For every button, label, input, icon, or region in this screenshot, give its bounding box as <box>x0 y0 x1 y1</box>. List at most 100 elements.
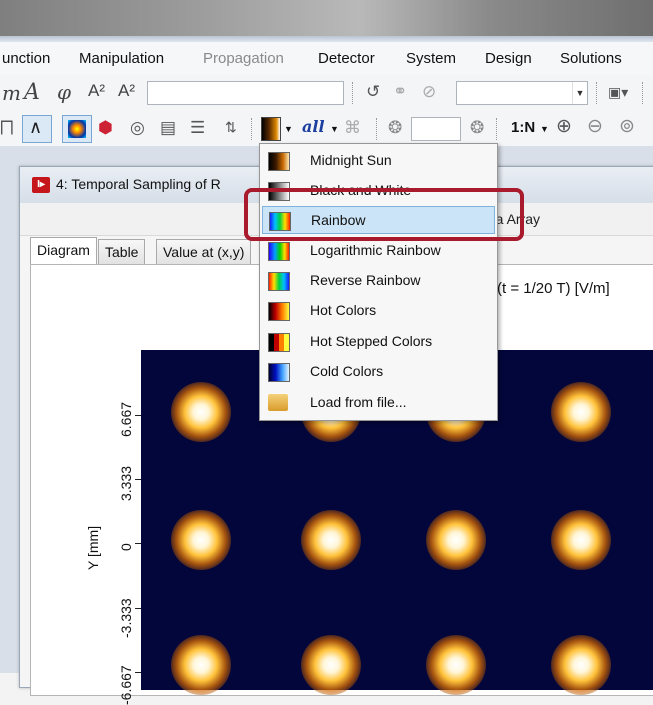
bulb-icon[interactable]: ❂ <box>470 117 484 139</box>
y-tick-label: -6.667 <box>118 665 134 705</box>
y-tick-label: -3.333 <box>118 598 134 638</box>
intensity-spot <box>551 510 611 570</box>
level-input[interactable] <box>411 117 461 141</box>
zoom-out-icon[interactable]: ⊖ <box>587 116 603 138</box>
tab-table-label: Table <box>105 244 139 260</box>
folder-open-icon <box>268 394 288 411</box>
format-toolbar: m A φ A² A² ↺ ⚭ ⊘ ▼ ▣▾ <box>0 75 653 112</box>
chevron-down-icon[interactable]: ▼ <box>540 124 549 134</box>
intensity-spot <box>301 635 361 695</box>
math-m-icon[interactable]: m <box>2 81 21 105</box>
intensity-spot <box>551 635 611 695</box>
intensity-spot <box>551 382 611 442</box>
zoom-in-icon[interactable]: ⊕ <box>556 116 572 138</box>
colormap-scale-button[interactable]: all <box>302 117 325 136</box>
unlink-icon[interactable]: ⊘ <box>422 81 436 103</box>
y-tick-mark <box>135 608 141 609</box>
camera-icon[interactable]: ▤ <box>160 117 176 139</box>
intensity-spot <box>426 635 486 695</box>
menu-item-label: Hot Stepped Colors <box>310 333 433 349</box>
chain-icon[interactable]: ⚭ <box>393 81 407 103</box>
link-icon[interactable]: ↺ <box>366 81 380 103</box>
menu-propagation[interactable]: Propagation <box>203 50 284 67</box>
intensity-spot <box>171 382 231 442</box>
y-tick-label: 0 <box>118 543 134 551</box>
layers-icon[interactable]: ☰ <box>190 117 205 139</box>
tab-value-label: Value at (x,y) <box>163 244 245 260</box>
diagram-heading: (t = 1/20 T) [V/m] <box>497 280 610 297</box>
cold-colors-swatch-icon <box>268 363 290 382</box>
menu-system[interactable]: System <box>406 50 456 67</box>
intensity-spot <box>171 510 231 570</box>
document-title: 4: Temporal Sampling of R <box>56 176 221 192</box>
menu-item-label: Load from file... <box>310 394 407 410</box>
reverse-rainbow-swatch-icon <box>268 272 290 291</box>
false-color-icon <box>68 120 86 138</box>
tab-table[interactable]: Table <box>98 239 146 264</box>
sort-icon[interactable]: ⇅ <box>225 116 237 138</box>
y-tick-label: 6.667 <box>118 401 134 437</box>
tab-diagram-label: Diagram <box>37 242 90 258</box>
intensity-spot <box>301 510 361 570</box>
highlight-box <box>244 188 524 241</box>
frame-icon[interactable]: ▣▾ <box>608 81 628 103</box>
menu-function[interactable]: unction <box>2 50 50 67</box>
menu-detector[interactable]: Detector <box>318 50 375 67</box>
superscript-icon[interactable]: A² <box>88 81 105 101</box>
toolbar-separator <box>251 118 253 140</box>
bulb-icon[interactable]: ❂ <box>388 117 402 139</box>
hot-colors-swatch-icon <box>268 302 290 321</box>
window-titlebar <box>0 0 653 42</box>
chevron-down-icon[interactable]: ▼ <box>330 124 339 134</box>
crop-icon[interactable]: ⌘ <box>344 117 361 139</box>
3d-view-icon[interactable]: ⬢ <box>98 117 113 139</box>
tab-diagram[interactable]: Diagram <box>30 237 97 264</box>
chevron-down-icon[interactable]: ▼ <box>572 82 587 104</box>
menu-item-reverse-rainbow[interactable]: Reverse Rainbow <box>262 267 493 293</box>
menu-item-load-from-file[interactable]: Load from file... <box>262 389 493 415</box>
menu-item-label: Hot Colors <box>310 302 377 318</box>
hot-stepped-swatch-icon <box>268 333 290 352</box>
intensity-spot <box>426 510 486 570</box>
font-combo[interactable] <box>147 81 344 105</box>
chevron-down-icon[interactable]: ▼ <box>284 124 293 134</box>
gaussian-icon: ∧ <box>29 117 43 137</box>
y-tick-mark <box>135 543 141 544</box>
colormap-menu: Midnight Sun Black and White Rainbow Log… <box>259 143 498 421</box>
style-combo[interactable]: ▼ <box>456 81 588 105</box>
menu-item-cold-colors[interactable]: Cold Colors <box>262 358 493 384</box>
menu-item-hot-colors[interactable]: Hot Colors <box>262 297 493 323</box>
step-icon[interactable]: ⨅ <box>0 117 14 139</box>
menu-item-label: Cold Colors <box>310 363 384 379</box>
menu-manipulation[interactable]: Manipulation <box>79 50 164 67</box>
y-axis-label: Y [mm] <box>85 525 101 570</box>
midnight-sun-swatch-icon <box>268 152 290 171</box>
toolbar-separator <box>352 82 354 104</box>
menu-item-label: Reverse Rainbow <box>310 272 421 288</box>
gauss-button[interactable]: ∧ <box>22 115 52 143</box>
menu-solutions[interactable]: Solutions <box>560 50 622 67</box>
sub-superscript-icon[interactable]: A² <box>118 81 135 101</box>
y-tick-mark <box>135 415 141 416</box>
toolbar-separator <box>376 118 378 140</box>
zoom-fit-icon[interactable]: ⊚ <box>619 116 635 138</box>
toolbar-separator <box>496 118 498 140</box>
y-tick-mark <box>135 479 141 480</box>
sampling-button[interactable]: 1:N <box>511 119 535 136</box>
tab-value-at-xy[interactable]: Value at (x,y) <box>156 239 252 264</box>
intensity-spot <box>171 635 231 695</box>
eye-icon[interactable]: ◎ <box>130 117 145 139</box>
math-a-icon[interactable]: A <box>24 80 40 105</box>
document-icon: I▸ <box>32 177 50 193</box>
phi-icon[interactable]: φ <box>57 80 71 104</box>
menu-item-label: Midnight Sun <box>310 152 392 168</box>
colormap-button[interactable] <box>261 117 281 141</box>
y-tick-label: 3.333 <box>118 465 134 501</box>
menu-item-label: Logarithmic Rainbow <box>310 242 441 258</box>
menu-item-midnight-sun[interactable]: Midnight Sun <box>262 147 493 173</box>
menu-item-hot-stepped[interactable]: Hot Stepped Colors <box>262 328 493 354</box>
false-color-button[interactable] <box>62 115 92 143</box>
toolbar-separator <box>596 82 598 104</box>
log-rainbow-swatch-icon <box>268 242 290 261</box>
menu-design[interactable]: Design <box>485 50 532 67</box>
